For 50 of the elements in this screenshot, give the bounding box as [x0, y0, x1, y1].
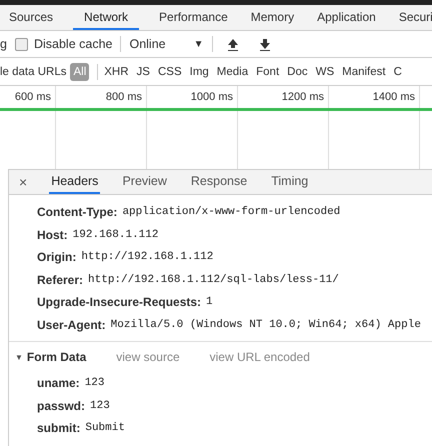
header-value: http://192.168.1.112	[81, 251, 214, 264]
form-field-name: submit:	[37, 421, 80, 436]
type-filter[interactable]: Media	[214, 64, 250, 80]
header-value: Mozilla/5.0 (Windows NT 10.0; Win64; x64) Apple	[110, 318, 421, 331]
header-value: 192.168.1.112	[72, 228, 158, 241]
type-filter[interactable]: WS	[314, 64, 336, 80]
header-name: Referer:	[37, 272, 84, 287]
header-name: Content-Type:	[37, 205, 118, 220]
header-name: Host:	[37, 228, 68, 242]
view-link[interactable]: view source	[116, 350, 180, 364]
section-title[interactable]: Form Data	[26, 350, 86, 364]
detail-tab[interactable]: Response	[188, 170, 250, 194]
panel-tab[interactable]: Network	[73, 5, 140, 30]
type-filter[interactable]: CSS	[156, 64, 184, 80]
form-field-value: 123	[84, 377, 104, 390]
upload-icon[interactable]	[226, 38, 239, 50]
type-filter[interactable]: Img	[188, 64, 211, 80]
disable-cache-label: Disable cache	[34, 37, 112, 51]
expand-triangle-icon[interactable]: ▼	[15, 352, 23, 362]
panel-tab[interactable]: Memory	[248, 5, 298, 30]
detail-tab[interactable]: Preview	[120, 170, 169, 194]
form-field-value: Submit	[85, 422, 125, 434]
type-filter[interactable]: Font	[254, 64, 282, 80]
form-field-name: passwd:	[37, 398, 86, 413]
disable-cache-checkbox[interactable]	[14, 38, 28, 50]
type-filter[interactable]: Manifest	[340, 64, 388, 80]
type-filter[interactable]: JS	[134, 64, 152, 80]
panel-tab[interactable]: Performance	[156, 5, 231, 30]
header-value: application/x-www-form-urlencoded	[122, 206, 340, 218]
hide-data-urls-label: le data URLs	[0, 66, 66, 78]
throttling-dropdown[interactable]: Online ▼	[129, 37, 204, 51]
detail-tab[interactable]: Timing	[269, 170, 310, 194]
type-filter[interactable]: XHR	[102, 64, 131, 80]
download-icon[interactable]	[258, 38, 271, 50]
panel-tab[interactable]: Securi	[396, 5, 432, 30]
form-field-value: 123	[90, 400, 110, 412]
header-name: Origin:	[37, 250, 76, 264]
header-name: Upgrade-Insecure-Requests:	[37, 295, 202, 310]
form-field-name: uname:	[37, 376, 80, 390]
preserve-log-label: g	[0, 37, 7, 51]
panel-tab[interactable]: Application	[314, 5, 379, 30]
type-filter[interactable]: Doc	[285, 64, 310, 80]
detail-tab[interactable]: Headers	[49, 170, 100, 194]
type-filter[interactable]: C	[392, 64, 404, 80]
header-value: 1	[206, 296, 213, 308]
header-name: User-Agent:	[37, 318, 106, 332]
view-link[interactable]: view URL encoded	[210, 350, 310, 364]
close-button[interactable]: ×	[17, 170, 30, 194]
header-value: http://192.168.1.112/sql-labs/less-11/	[88, 274, 339, 286]
panel-tab[interactable]: Sources	[6, 5, 56, 30]
